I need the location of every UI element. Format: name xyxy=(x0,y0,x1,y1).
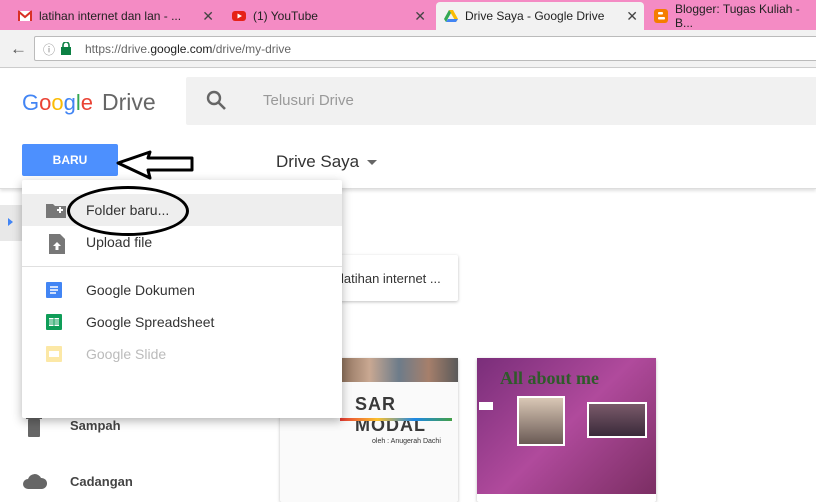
tab-title: Drive Saya - Google Drive xyxy=(465,9,605,23)
close-tab-icon[interactable]: ✕ xyxy=(414,8,426,25)
blogger-icon xyxy=(654,9,668,23)
slide-title: All about me xyxy=(500,368,599,388)
menu-item-google-slides[interactable]: Google Slide xyxy=(22,338,342,370)
menu-item-label: Upload file xyxy=(86,234,153,250)
presentation-thumbnail: All about me xyxy=(477,358,656,494)
url-path: /drive/my-drive xyxy=(212,41,292,56)
presentation-thumbnail-card[interactable]: All about me xyxy=(477,358,656,502)
menu-item-upload-file[interactable]: Upload file xyxy=(22,226,342,258)
address-bar: ← ⓘ https://drive. google.com/drive/my-dr… xyxy=(0,30,816,68)
new-folder-icon xyxy=(46,204,66,218)
tab-gmail[interactable]: latihan internet dan lan - ... ✕ xyxy=(10,2,220,30)
gmail-icon xyxy=(18,10,32,21)
my-drive-title[interactable]: Drive Saya xyxy=(276,152,378,172)
back-arrow-icon[interactable]: ← xyxy=(10,39,27,59)
google-sheets-icon xyxy=(46,314,62,330)
annotation-ellipse xyxy=(67,186,189,236)
tab-blogger[interactable]: Blogger: Tugas Kuliah - B... xyxy=(646,2,816,30)
menu-item-label: Google Slide xyxy=(86,346,167,362)
document-header-image xyxy=(340,358,458,382)
new-button[interactable]: BARU xyxy=(22,144,118,176)
photo-image xyxy=(517,396,565,446)
close-tab-icon[interactable]: ✕ xyxy=(626,8,638,25)
slide-text-box xyxy=(479,402,493,410)
tab-youtube[interactable]: (1) YouTube ✕ xyxy=(224,2,432,30)
url-host: google.com xyxy=(150,41,213,56)
document-author: oleh : Anugerah Dachi xyxy=(372,438,441,445)
cloud-icon xyxy=(23,474,48,489)
youtube-icon xyxy=(232,11,246,21)
tab-title: latihan internet dan lan - ... xyxy=(39,9,182,23)
tab-title: (1) YouTube xyxy=(253,9,318,23)
document-title: SAR MODAL xyxy=(355,394,426,435)
google-slides-icon xyxy=(46,346,62,362)
annotation-arrow-icon xyxy=(116,150,194,180)
sidebar-item-backups[interactable]: Cadangan xyxy=(0,462,270,502)
drive-wordmark: Drive xyxy=(102,89,156,115)
photo-image xyxy=(587,402,647,438)
location-title: Drive Saya xyxy=(276,152,360,171)
menu-item-google-sheets[interactable]: Google Spreadsheet xyxy=(22,306,342,338)
close-tab-icon[interactable]: ✕ xyxy=(202,8,214,25)
info-icon[interactable]: ⓘ xyxy=(43,41,55,58)
chevron-down-icon xyxy=(367,160,378,166)
sidebar-item-label: Cadangan xyxy=(70,474,133,489)
url-field[interactable]: ⓘ https://drive. google.com/drive/my-driv… xyxy=(34,36,816,61)
google-drive-icon xyxy=(444,10,458,22)
browser-tab-strip: latihan internet dan lan - ... ✕ (1) You… xyxy=(0,0,816,30)
search-box[interactable]: Telusuri Drive xyxy=(186,77,816,125)
upload-file-icon xyxy=(49,234,65,254)
folder-name: latihan internet ... xyxy=(341,271,441,286)
expand-arrow-icon[interactable] xyxy=(8,218,13,226)
document-color-bar xyxy=(340,418,452,421)
menu-divider xyxy=(22,266,342,267)
search-placeholder[interactable]: Telusuri Drive xyxy=(263,92,354,109)
sidebar-item-label: Sampah xyxy=(70,418,121,433)
svg-text:Google: Google xyxy=(22,90,93,115)
trash-icon xyxy=(26,416,42,437)
google-wordmark-logo: Google xyxy=(22,90,93,115)
tab-google-drive[interactable]: Drive Saya - Google Drive ✕ xyxy=(436,2,644,30)
google-docs-icon xyxy=(46,282,62,298)
folder-card[interactable]: latihan internet ... xyxy=(322,255,458,301)
url-prefix: https://drive. xyxy=(85,41,151,56)
tab-title: Blogger: Tugas Kuliah - B... xyxy=(675,2,800,30)
lock-icon xyxy=(61,42,71,55)
menu-item-google-docs[interactable]: Google Dokumen xyxy=(22,274,342,306)
google-drive-logo[interactable]: Google Drive xyxy=(22,89,156,116)
menu-item-label: Google Spreadsheet xyxy=(86,314,215,330)
menu-item-label: Google Dokumen xyxy=(86,282,195,298)
search-icon[interactable] xyxy=(206,90,228,112)
